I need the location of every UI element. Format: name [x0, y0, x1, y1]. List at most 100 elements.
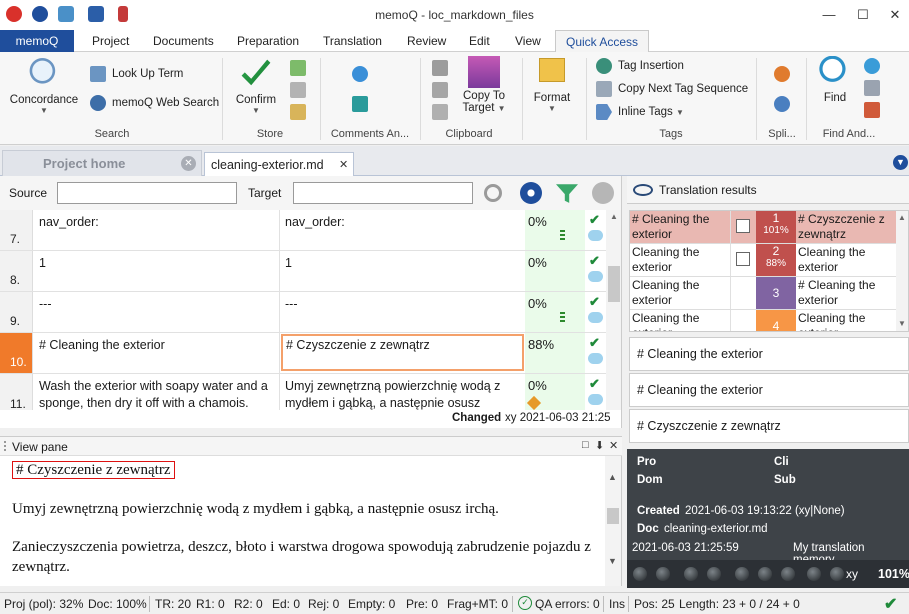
add-term-quick-icon[interactable] — [290, 104, 306, 120]
tag-insertion-button[interactable]: Tag Insertion — [596, 57, 684, 75]
clear-filter-icon[interactable] — [592, 182, 614, 204]
eye-icon[interactable] — [633, 184, 653, 196]
concordance-button[interactable]: Concordance ▼ — [6, 58, 82, 115]
status-divider — [628, 596, 629, 612]
comment-bubble-icon[interactable] — [588, 394, 603, 405]
advanced-filter-icon[interactable] — [864, 102, 880, 118]
scroll-thumb[interactable] — [607, 508, 619, 524]
add-term-icon[interactable] — [290, 82, 306, 98]
close-tab-icon[interactable]: ✕ — [339, 158, 348, 171]
source-cell[interactable]: # Cleaning the exterior — [39, 337, 274, 354]
gear-icon[interactable] — [520, 182, 542, 204]
tab-project[interactable]: Project — [82, 30, 139, 52]
tool-dot-icon[interactable] — [656, 567, 670, 581]
qa-ok-icon[interactable]: ✓ — [518, 596, 532, 610]
tab-list-chevron-icon[interactable]: ▼ — [893, 155, 908, 170]
confirmed-check-icon: ✔ — [589, 376, 600, 391]
confirm-button[interactable]: Confirm ▼ — [230, 58, 282, 115]
tool-dot-icon[interactable] — [758, 567, 772, 581]
maximize-button[interactable]: ☐ — [848, 4, 878, 26]
scroll-up-icon[interactable]: ▲ — [898, 213, 906, 222]
close-pane-icon[interactable]: ✕ — [609, 439, 618, 452]
target-cell[interactable]: 1 — [285, 255, 520, 272]
tool-dot-icon[interactable] — [684, 567, 698, 581]
tool-dot-icon[interactable] — [807, 567, 821, 581]
memoq-web-search-button[interactable]: memoQ Web Search — [90, 94, 219, 112]
tab-review[interactable]: Review — [397, 30, 456, 52]
copy-to-target-button[interactable]: Copy To Target ▼ — [456, 56, 512, 114]
comment-icon[interactable] — [352, 96, 368, 112]
result-row[interactable]: Cleaning the exterior 4 Cleaning the ext… — [630, 310, 896, 331]
tab-edit[interactable]: Edit — [459, 30, 500, 52]
look-up-term-button[interactable]: Look Up Term — [90, 65, 183, 83]
maximize-pane-icon[interactable]: □ — [582, 439, 589, 451]
inline-tags-button[interactable]: Inline Tags ▼ — [596, 103, 684, 121]
source-cell[interactable]: nav_order: — [39, 214, 274, 231]
target-filter-input[interactable] — [293, 182, 473, 204]
copy-next-tag-sequence-button[interactable]: Copy Next Tag Sequence — [596, 80, 748, 98]
filter-search-icon[interactable] — [484, 184, 502, 202]
ribbon-tabs: memoQ Project Documents Preparation Tran… — [0, 30, 909, 53]
quick-search-icon[interactable] — [864, 58, 880, 74]
close-window-button[interactable]: ✕ — [880, 4, 909, 26]
scroll-thumb[interactable] — [608, 266, 620, 302]
tool-dot-icon[interactable] — [633, 567, 647, 581]
close-tab-icon[interactable]: ✕ — [181, 156, 196, 171]
status-qa[interactable]: QA errors: 0 — [535, 597, 600, 611]
tab-documents[interactable]: Documents — [143, 30, 224, 52]
split-icon[interactable] — [774, 66, 790, 82]
comment-bubble-icon[interactable] — [588, 353, 603, 364]
view-pane-scrollbar[interactable]: ▲ ▼ — [605, 456, 621, 586]
source-filter-input[interactable] — [57, 182, 237, 204]
results-scrollbar[interactable]: ▲ ▼ — [896, 211, 908, 331]
source-cell[interactable]: 1 — [39, 255, 274, 272]
view-pane: # Czyszczenie z zewnątrz Umyj zewnętrzną… — [0, 456, 622, 586]
result-row[interactable]: Cleaning the exterior 3 # Cleaning the e… — [630, 277, 896, 310]
comment-bubble-icon[interactable] — [588, 230, 603, 241]
tool-dot-icon[interactable] — [735, 567, 749, 581]
tab-quick-access[interactable]: Quick Access — [555, 30, 650, 53]
grid-row-current[interactable]: 10. # Cleaning the exterior # Czyszczeni… — [0, 333, 606, 374]
grid-row[interactable]: 11. Wash the exterior with soapy water a… — [0, 374, 606, 410]
copy-icon[interactable] — [432, 60, 448, 76]
grid-row[interactable]: 8. 1 1 0% ✔ — [0, 251, 606, 292]
tool-dot-icon[interactable] — [781, 567, 795, 581]
join-icon[interactable] — [774, 96, 790, 112]
minimize-button[interactable]: — — [814, 4, 844, 26]
scroll-up-icon[interactable]: ▲ — [610, 212, 618, 221]
grid-row[interactable]: 9. --- --- 0% ✔ — [0, 292, 606, 333]
result-row-selected[interactable]: # Cleaning the exterior 1 101% # Czyszcze… — [630, 211, 896, 244]
find-replace-icon[interactable] — [864, 80, 880, 96]
tool-dot-icon[interactable] — [707, 567, 721, 581]
tool-dot-icon[interactable] — [830, 567, 844, 581]
result-row[interactable]: Cleaning the exterior 2 88% Cleaning the … — [630, 244, 896, 277]
find-button[interactable]: Find — [814, 56, 856, 104]
comment-bubble-icon[interactable] — [588, 271, 603, 282]
tab-document[interactable]: cleaning-exterior.md ✕ — [204, 152, 354, 177]
add-entry-icon[interactable] — [290, 60, 306, 76]
source-cell[interactable]: --- — [39, 296, 274, 313]
grid-scrollbar[interactable]: ▲ — [606, 210, 621, 410]
target-cell[interactable]: --- — [285, 296, 520, 313]
tab-view[interactable]: View — [505, 30, 551, 52]
scroll-up-icon[interactable]: ▲ — [608, 472, 617, 482]
grid-row[interactable]: 7. nav_order: nav_order: 0% ✔ — [0, 210, 606, 251]
scroll-down-icon[interactable]: ▼ — [898, 319, 906, 328]
info-icon[interactable] — [352, 66, 368, 82]
tab-preparation[interactable]: Preparation — [227, 30, 309, 52]
cut-icon[interactable] — [432, 82, 448, 98]
target-cell[interactable]: Umyj zewnętrzną powierzchnię wodą z mydł… — [285, 378, 520, 410]
paste-icon[interactable] — [432, 104, 448, 120]
comment-bubble-icon[interactable] — [588, 312, 603, 323]
scroll-down-icon[interactable]: ▼ — [608, 556, 617, 566]
format-button[interactable]: Format ▼ — [528, 58, 576, 113]
filter-add-icon[interactable] — [556, 184, 578, 203]
target-cell[interactable]: # Czyszczenie z zewnątrz — [286, 337, 521, 354]
target-cell[interactable]: nav_order: — [285, 214, 520, 231]
status-length: Length: 23 + 0 / 24 + 0 — [679, 597, 800, 611]
pin-pane-icon[interactable]: ⬇ — [595, 439, 604, 452]
tab-project-home[interactable]: Project home ✕ — [2, 150, 202, 176]
tab-memoq[interactable]: memoQ — [0, 30, 74, 52]
tab-translation[interactable]: Translation — [313, 30, 392, 52]
source-cell[interactable]: Wash the exterior with soapy water and a… — [39, 378, 274, 410]
